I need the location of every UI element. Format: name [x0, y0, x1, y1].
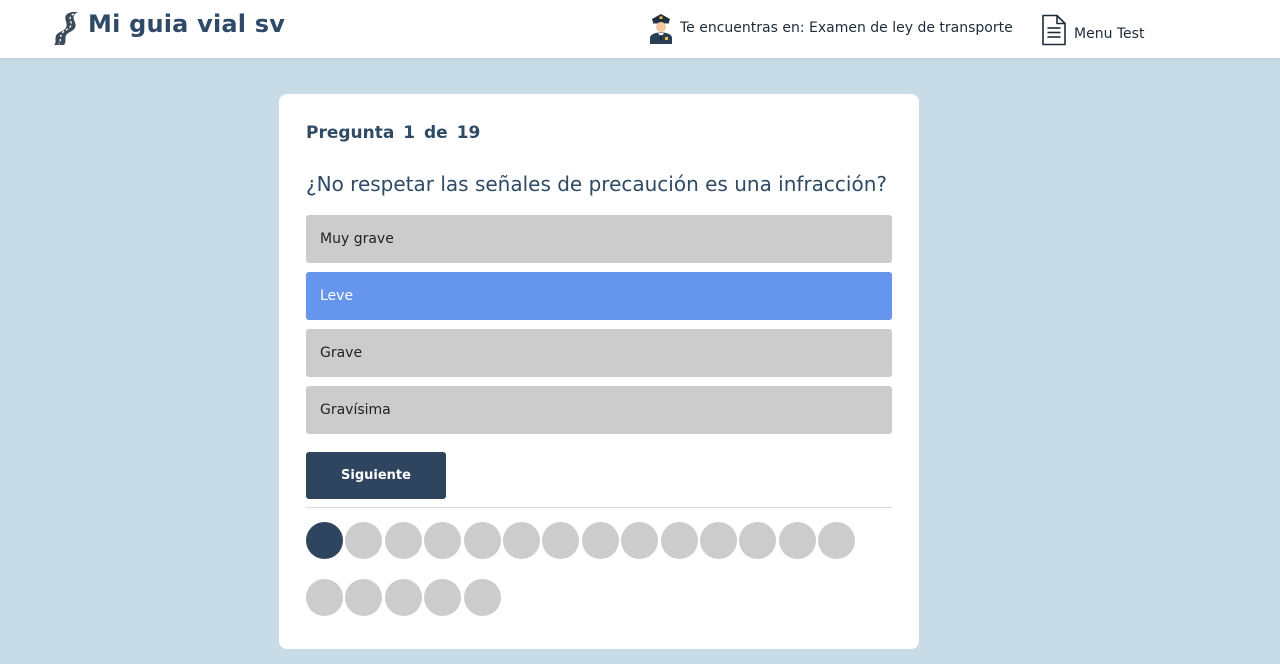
answer-options: Muy grave Leve Grave Gravísima — [306, 215, 892, 443]
road-icon — [54, 12, 78, 45]
question-dot-11[interactable] — [699, 522, 737, 559]
question-dot-19[interactable] — [463, 579, 501, 616]
question-dot-6[interactable] — [502, 522, 540, 559]
question-dot-17[interactable] — [384, 579, 422, 616]
next-button[interactable]: Siguiente — [306, 452, 446, 499]
question-counter: Pregunta 1 de 19 — [306, 123, 481, 143]
question-dot-3[interactable] — [384, 522, 422, 559]
document-icon — [1042, 14, 1066, 46]
answer-option[interactable]: Gravísima — [306, 386, 892, 434]
question-text: ¿No respetar las señales de precaución e… — [306, 172, 888, 196]
question-dot-14[interactable] — [818, 522, 856, 559]
quiz-card: Pregunta 1 de 19 ¿No respetar las señale… — [279, 94, 919, 649]
location-text: Te encuentras en: Examen de ley de trans… — [680, 20, 1013, 36]
question-dot-5[interactable] — [463, 522, 501, 559]
answer-option[interactable]: Muy grave — [306, 215, 892, 263]
top-navbar: Mi guia vial sv Te encuentras en: Examen… — [0, 0, 1280, 58]
question-dot-2[interactable] — [345, 522, 383, 559]
question-dot-12[interactable] — [739, 522, 777, 559]
question-dot-13[interactable] — [778, 522, 816, 559]
question-dot-16[interactable] — [345, 579, 383, 616]
question-dot-9[interactable] — [621, 522, 659, 559]
question-dot-1[interactable] — [306, 522, 343, 559]
police-officer-icon — [650, 14, 672, 44]
question-dot-10[interactable] — [660, 522, 698, 559]
brand-link[interactable]: Mi guia vial sv — [50, 8, 285, 48]
menu-test-link[interactable]: Menu Test — [1040, 12, 1144, 46]
brand-name: Mi guia vial sv — [88, 10, 286, 38]
question-dot-15[interactable] — [306, 579, 343, 616]
question-dot-18[interactable] — [424, 579, 462, 616]
menu-test-label: Menu Test — [1074, 26, 1145, 42]
question-progress-dots — [306, 522, 866, 636]
breadcrumb-location: Te encuentras en: Examen de ley de trans… — [648, 12, 1013, 44]
question-dot-4[interactable] — [424, 522, 462, 559]
answer-option[interactable]: Grave — [306, 329, 892, 377]
answer-option[interactable]: Leve — [306, 272, 892, 320]
question-dot-8[interactable] — [581, 522, 619, 559]
question-dot-7[interactable] — [542, 522, 580, 559]
divider — [306, 507, 892, 508]
